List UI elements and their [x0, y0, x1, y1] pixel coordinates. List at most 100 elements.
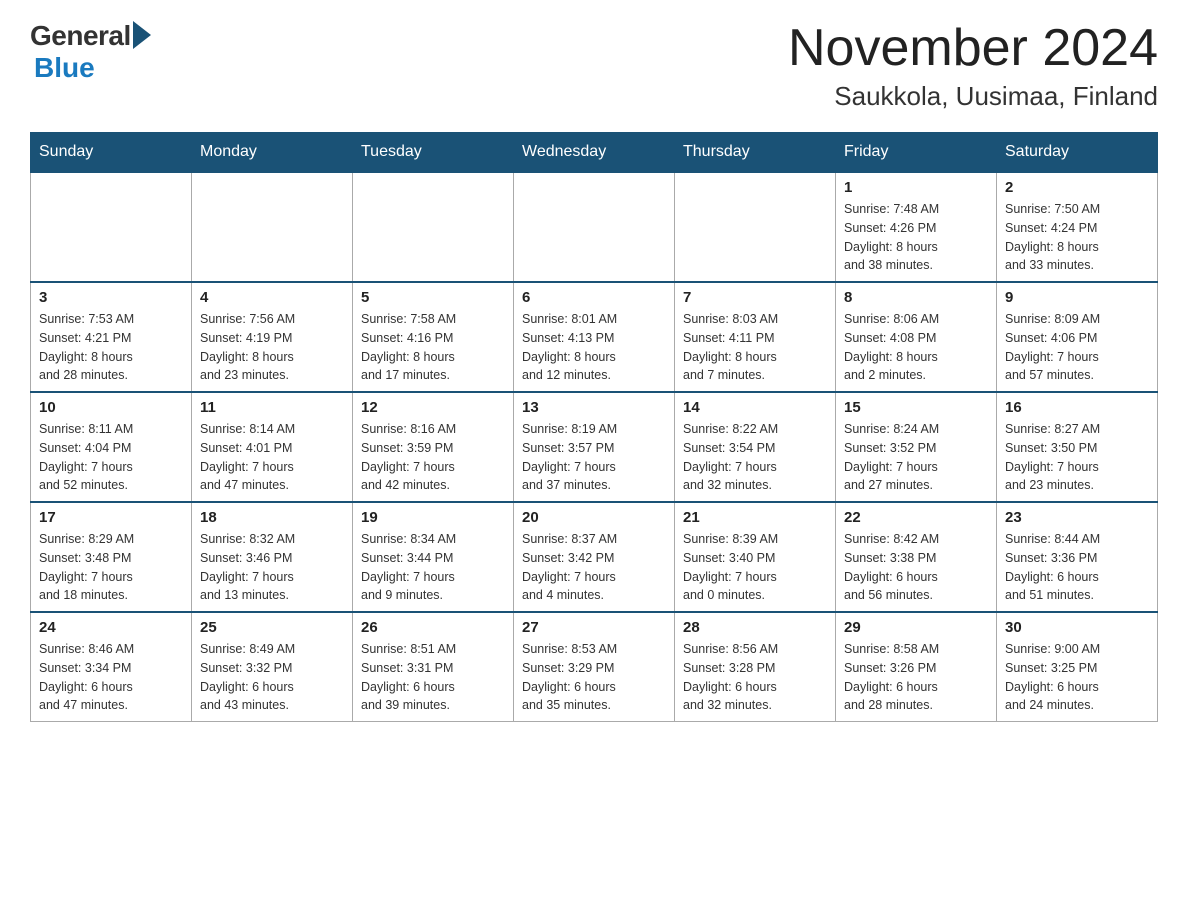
calendar-cell: 19 Sunrise: 8:34 AM Sunset: 3:44 PM Dayli… — [353, 502, 514, 612]
calendar-cell: 4 Sunrise: 7:56 AM Sunset: 4:19 PM Daylig… — [192, 282, 353, 392]
calendar-week-row: 10Sunrise: 8:11 AM Sunset: 4:04 PM Dayli… — [31, 392, 1158, 502]
calendar-table: SundayMondayTuesdayWednesdayThursdayFrid… — [30, 132, 1158, 722]
day-info: Sunrise: 8:14 AM Sunset: 4:01 PM Dayligh… — [200, 420, 344, 495]
page-header: General Blue November 2024 Saukkola, Uus… — [30, 20, 1158, 112]
day-number: 28 — [683, 619, 827, 636]
day-info: Sunrise: 8:53 AM Sunset: 3:29 PM Dayligh… — [522, 640, 666, 715]
day-number: 10 — [39, 399, 183, 416]
day-number: 23 — [1005, 509, 1149, 526]
calendar-cell: 5 Sunrise: 7:58 AM Sunset: 4:16 PM Daylig… — [353, 282, 514, 392]
day-info: Sunrise: 8:01 AM Sunset: 4:13 PM Dayligh… — [522, 310, 666, 385]
calendar-cell: 14 Sunrise: 8:22 AM Sunset: 3:54 PM Dayli… — [675, 392, 836, 502]
day-number: 26 — [361, 619, 505, 636]
calendar-cell — [514, 172, 675, 282]
day-number: 18 — [200, 509, 344, 526]
day-number: 5 — [361, 289, 505, 306]
day-number: 7 — [683, 289, 827, 306]
day-number: 19 — [361, 509, 505, 526]
calendar-cell: 20 Sunrise: 8:37 AM Sunset: 3:42 PM Dayli… — [514, 502, 675, 612]
day-info: Sunrise: 7:50 AM Sunset: 4:24 PM Dayligh… — [1005, 200, 1149, 275]
day-of-week-header: Tuesday — [353, 133, 514, 173]
day-info: Sunrise: 8:56 AM Sunset: 3:28 PM Dayligh… — [683, 640, 827, 715]
location-title: Saukkola, Uusimaa, Finland — [788, 81, 1158, 112]
day-info: Sunrise: 8:27 AM Sunset: 3:50 PM Dayligh… — [1005, 420, 1149, 495]
calendar-cell: 7 Sunrise: 8:03 AM Sunset: 4:11 PM Daylig… — [675, 282, 836, 392]
day-number: 20 — [522, 509, 666, 526]
calendar-cell: 22Sunrise: 8:42 AM Sunset: 3:38 PM Dayli… — [836, 502, 997, 612]
calendar-cell: 24Sunrise: 8:46 AM Sunset: 3:34 PM Dayli… — [31, 612, 192, 722]
day-of-week-header: Friday — [836, 133, 997, 173]
day-info: Sunrise: 7:56 AM Sunset: 4:19 PM Dayligh… — [200, 310, 344, 385]
day-number: 6 — [522, 289, 666, 306]
calendar-cell: 27 Sunrise: 8:53 AM Sunset: 3:29 PM Dayli… — [514, 612, 675, 722]
calendar-cell: 28 Sunrise: 8:56 AM Sunset: 3:28 PM Dayli… — [675, 612, 836, 722]
day-of-week-header: Sunday — [31, 133, 192, 173]
day-number: 17 — [39, 509, 183, 526]
day-info: Sunrise: 8:03 AM Sunset: 4:11 PM Dayligh… — [683, 310, 827, 385]
day-info: Sunrise: 7:53 AM Sunset: 4:21 PM Dayligh… — [39, 310, 183, 385]
calendar-cell: 8 Sunrise: 8:06 AM Sunset: 4:08 PM Daylig… — [836, 282, 997, 392]
day-info: Sunrise: 8:49 AM Sunset: 3:32 PM Dayligh… — [200, 640, 344, 715]
day-info: Sunrise: 8:19 AM Sunset: 3:57 PM Dayligh… — [522, 420, 666, 495]
day-info: Sunrise: 8:42 AM Sunset: 3:38 PM Dayligh… — [844, 530, 988, 605]
day-number: 25 — [200, 619, 344, 636]
day-number: 4 — [200, 289, 344, 306]
day-info: Sunrise: 8:24 AM Sunset: 3:52 PM Dayligh… — [844, 420, 988, 495]
day-info: Sunrise: 7:58 AM Sunset: 4:16 PM Dayligh… — [361, 310, 505, 385]
day-info: Sunrise: 8:32 AM Sunset: 3:46 PM Dayligh… — [200, 530, 344, 605]
calendar-cell: 1 Sunrise: 7:48 AM Sunset: 4:26 PM Daylig… — [836, 172, 997, 282]
calendar-cell: 26 Sunrise: 8:51 AM Sunset: 3:31 PM Dayli… — [353, 612, 514, 722]
day-number: 27 — [522, 619, 666, 636]
logo-arrow-icon — [133, 21, 151, 49]
day-number: 29 — [844, 619, 988, 636]
day-number: 9 — [1005, 289, 1149, 306]
logo-blue-text: Blue — [34, 52, 95, 84]
day-info: Sunrise: 8:16 AM Sunset: 3:59 PM Dayligh… — [361, 420, 505, 495]
day-number: 21 — [683, 509, 827, 526]
day-of-week-header: Monday — [192, 133, 353, 173]
day-number: 13 — [522, 399, 666, 416]
calendar-cell: 30 Sunrise: 9:00 AM Sunset: 3:25 PM Dayli… — [997, 612, 1158, 722]
day-info: Sunrise: 9:00 AM Sunset: 3:25 PM Dayligh… — [1005, 640, 1149, 715]
calendar-week-row: 1 Sunrise: 7:48 AM Sunset: 4:26 PM Daylig… — [31, 172, 1158, 282]
calendar-cell: 23 Sunrise: 8:44 AM Sunset: 3:36 PM Dayli… — [997, 502, 1158, 612]
logo-general-text: General — [30, 20, 131, 52]
calendar-cell: 25 Sunrise: 8:49 AM Sunset: 3:32 PM Dayli… — [192, 612, 353, 722]
day-info: Sunrise: 8:37 AM Sunset: 3:42 PM Dayligh… — [522, 530, 666, 605]
calendar-cell — [31, 172, 192, 282]
day-number: 12 — [361, 399, 505, 416]
calendar-cell: 29Sunrise: 8:58 AM Sunset: 3:26 PM Dayli… — [836, 612, 997, 722]
day-info: Sunrise: 8:22 AM Sunset: 3:54 PM Dayligh… — [683, 420, 827, 495]
day-number: 15 — [844, 399, 988, 416]
calendar-cell — [192, 172, 353, 282]
day-number: 8 — [844, 289, 988, 306]
calendar-cell: 18 Sunrise: 8:32 AM Sunset: 3:46 PM Dayli… — [192, 502, 353, 612]
day-number: 3 — [39, 289, 183, 306]
day-info: Sunrise: 8:51 AM Sunset: 3:31 PM Dayligh… — [361, 640, 505, 715]
month-title: November 2024 — [788, 20, 1158, 77]
day-info: Sunrise: 8:34 AM Sunset: 3:44 PM Dayligh… — [361, 530, 505, 605]
calendar-cell: 15 Sunrise: 8:24 AM Sunset: 3:52 PM Dayli… — [836, 392, 997, 502]
day-number: 30 — [1005, 619, 1149, 636]
day-info: Sunrise: 7:48 AM Sunset: 4:26 PM Dayligh… — [844, 200, 988, 275]
calendar-week-row: 24Sunrise: 8:46 AM Sunset: 3:34 PM Dayli… — [31, 612, 1158, 722]
day-number: 14 — [683, 399, 827, 416]
calendar-cell — [353, 172, 514, 282]
day-info: Sunrise: 8:06 AM Sunset: 4:08 PM Dayligh… — [844, 310, 988, 385]
calendar-cell — [675, 172, 836, 282]
day-info: Sunrise: 8:39 AM Sunset: 3:40 PM Dayligh… — [683, 530, 827, 605]
day-number: 1 — [844, 179, 988, 196]
calendar-cell: 21 Sunrise: 8:39 AM Sunset: 3:40 PM Dayli… — [675, 502, 836, 612]
calendar-header-row: SundayMondayTuesdayWednesdayThursdayFrid… — [31, 133, 1158, 173]
calendar-cell: 10Sunrise: 8:11 AM Sunset: 4:04 PM Dayli… — [31, 392, 192, 502]
calendar-cell: 12 Sunrise: 8:16 AM Sunset: 3:59 PM Dayli… — [353, 392, 514, 502]
day-of-week-header: Saturday — [997, 133, 1158, 173]
logo: General Blue — [30, 20, 151, 84]
day-info: Sunrise: 8:44 AM Sunset: 3:36 PM Dayligh… — [1005, 530, 1149, 605]
title-block: November 2024 Saukkola, Uusimaa, Finland — [788, 20, 1158, 112]
day-number: 16 — [1005, 399, 1149, 416]
calendar-cell: 3 Sunrise: 7:53 AM Sunset: 4:21 PM Daylig… — [31, 282, 192, 392]
calendar-cell: 6 Sunrise: 8:01 AM Sunset: 4:13 PM Daylig… — [514, 282, 675, 392]
calendar-cell: 11Sunrise: 8:14 AM Sunset: 4:01 PM Dayli… — [192, 392, 353, 502]
day-info: Sunrise: 8:29 AM Sunset: 3:48 PM Dayligh… — [39, 530, 183, 605]
